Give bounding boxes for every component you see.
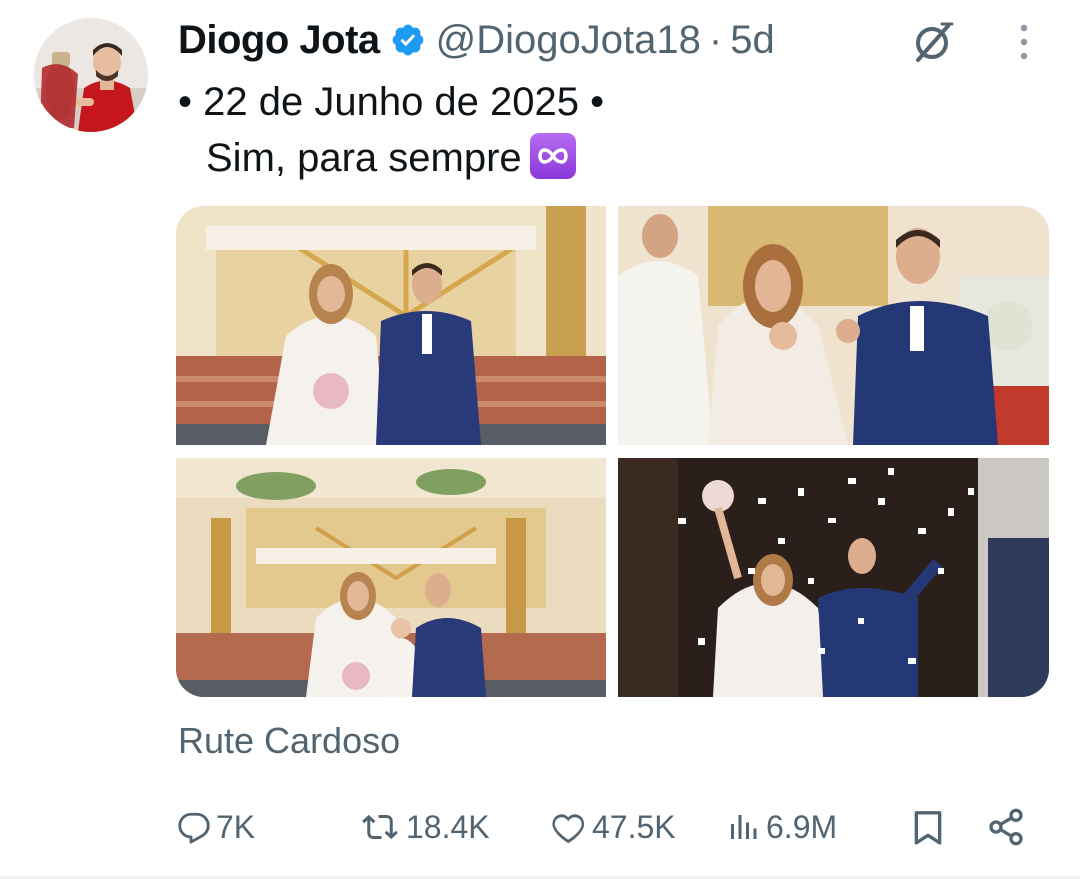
author-name[interactable]: Diogo Jota xyxy=(178,18,380,63)
reply-button[interactable]: 7K xyxy=(176,796,255,858)
post-text: • 22 de Junho de 2025 • Sim, para sempre xyxy=(178,74,604,186)
avatar-image xyxy=(34,18,148,132)
infinity-emoji-icon xyxy=(529,133,576,179)
heart-icon xyxy=(552,814,585,844)
share-icon xyxy=(989,808,1023,846)
author-handle[interactable]: @DiogoJota18 xyxy=(436,18,701,63)
post-text-caption: Sim, para sempre xyxy=(206,136,522,180)
author-avatar[interactable] xyxy=(34,18,148,132)
media-credit: Rute Cardoso xyxy=(178,720,401,761)
views-button[interactable]: 6.9M xyxy=(724,796,837,858)
photo-couple-with-child-at-altar[interactable] xyxy=(176,458,606,697)
media-grid xyxy=(176,206,1049,697)
share-button[interactable] xyxy=(986,796,1026,858)
repost-icon xyxy=(362,814,398,840)
bookmark-button[interactable] xyxy=(908,796,948,858)
post-header: Diogo Jota @DiogoJota18 · 5d xyxy=(178,12,775,68)
more-options-icon[interactable] xyxy=(1010,20,1038,64)
photo-couple-showing-rings[interactable] xyxy=(618,206,1049,445)
dot-separator: · xyxy=(708,17,723,62)
photo-couple-leaving-church-confetti[interactable] xyxy=(618,458,1049,697)
repost-button[interactable]: 18.4K xyxy=(358,796,490,858)
post-timestamp[interactable]: 5d xyxy=(730,18,775,63)
action-bar: 7K 18.4K 47.5K 6.9M xyxy=(0,796,1080,858)
post-text-line-caption: Sim, para sempre xyxy=(178,130,604,186)
like-button[interactable]: 47.5K xyxy=(548,796,676,858)
reply-icon xyxy=(178,812,210,844)
bookmark-icon xyxy=(914,811,942,845)
post-text-line-date: • 22 de Junho de 2025 • xyxy=(178,80,605,124)
like-count: 47.5K xyxy=(592,808,676,845)
views-count: 6.9M xyxy=(766,808,838,845)
grok-icon[interactable] xyxy=(908,18,956,66)
verified-badge-icon[interactable] xyxy=(390,22,426,58)
views-icon xyxy=(731,815,757,839)
reply-count: 7K xyxy=(216,808,256,845)
photo-couple-at-altar[interactable] xyxy=(176,206,606,445)
repost-count: 18.4K xyxy=(406,808,490,845)
